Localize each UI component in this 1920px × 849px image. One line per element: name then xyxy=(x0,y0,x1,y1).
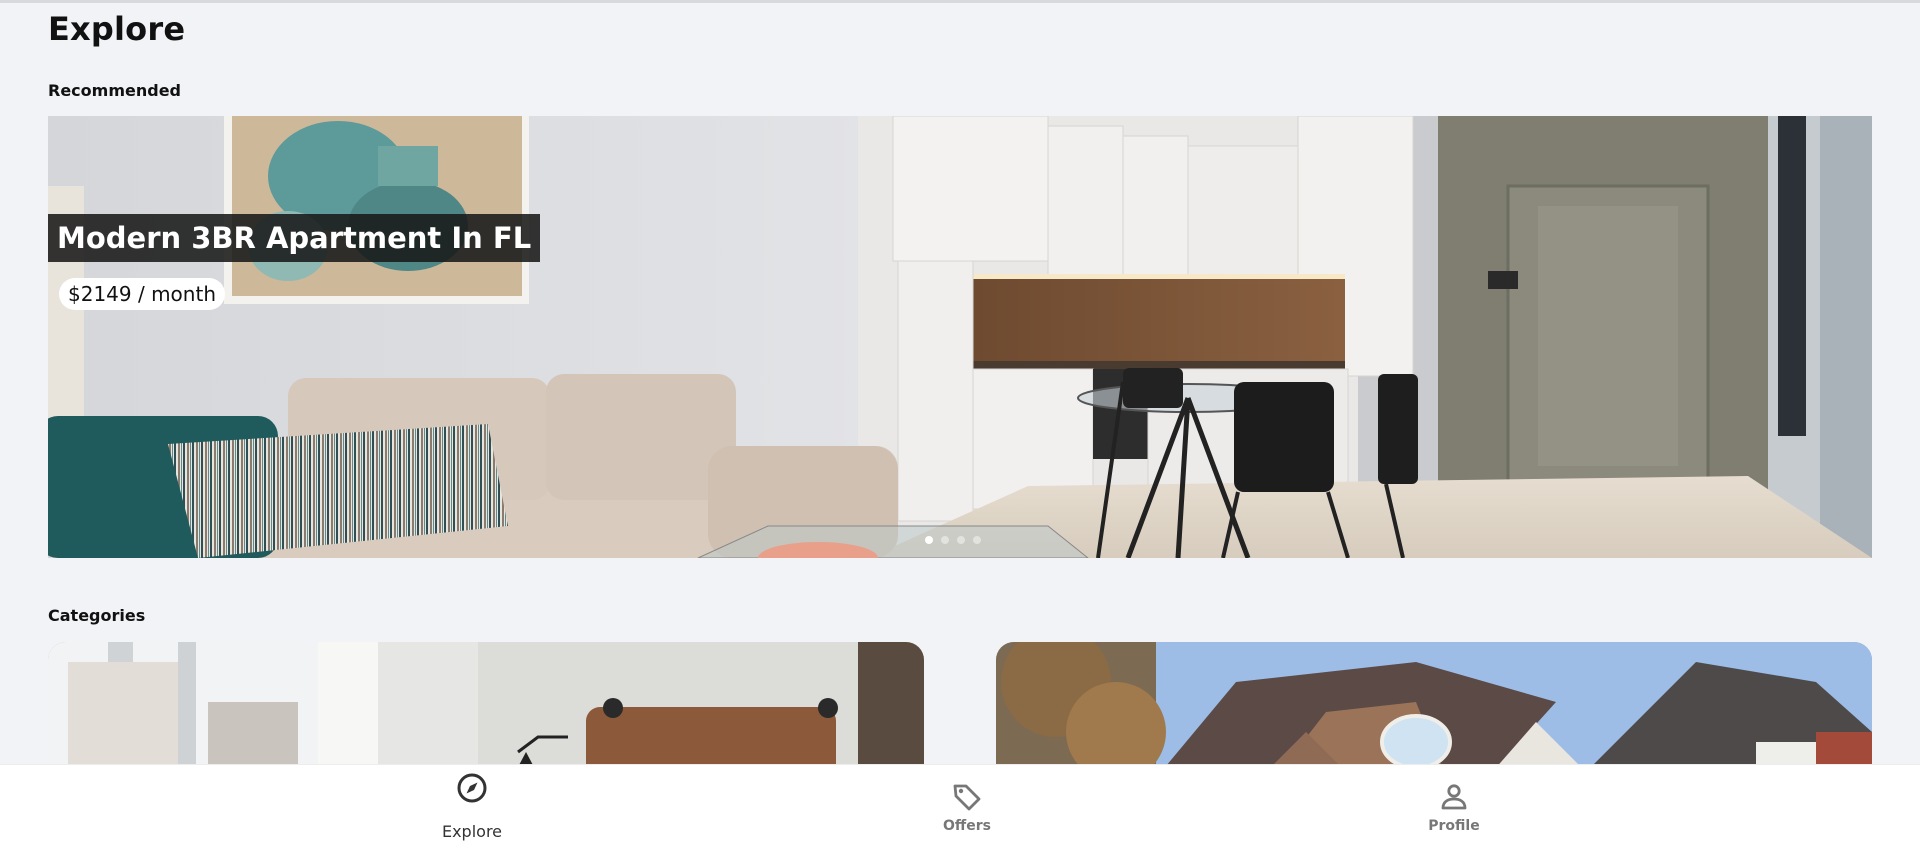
nav-label-offers: Offers xyxy=(943,818,991,834)
carousel-dot-3[interactable] xyxy=(957,536,965,544)
nav-item-explore[interactable]: Explore xyxy=(392,765,552,849)
carousel-dot-4[interactable] xyxy=(973,536,981,544)
price-badge: $2149 / month xyxy=(59,278,225,310)
section-title-recommended: Recommended xyxy=(48,81,181,100)
tag-icon xyxy=(953,784,981,811)
carousel-dot-1[interactable] xyxy=(925,536,933,544)
listing-photo[interactable] xyxy=(48,116,1872,558)
listing-title[interactable]: Modern 3BR Apartment In FL xyxy=(48,214,541,262)
compass-icon xyxy=(457,773,487,803)
page-title: Explore xyxy=(48,10,186,48)
top-border xyxy=(0,0,1920,3)
nav-item-offers[interactable]: Offers xyxy=(887,765,1047,849)
person-icon xyxy=(1441,784,1467,810)
recommended-carousel[interactable]: Modern 3BR Apartment In FL $2149 / month xyxy=(48,116,1872,558)
bottom-navigation: Explore Offers Profile xyxy=(0,764,1920,849)
section-title-categories: Categories xyxy=(48,606,146,625)
nav-item-profile[interactable]: Profile xyxy=(1374,765,1534,849)
nav-label-profile: Profile xyxy=(1428,818,1480,834)
carousel-dot-2[interactable] xyxy=(941,536,949,544)
nav-label-explore: Explore xyxy=(441,822,503,841)
carousel-pagination xyxy=(925,536,981,544)
